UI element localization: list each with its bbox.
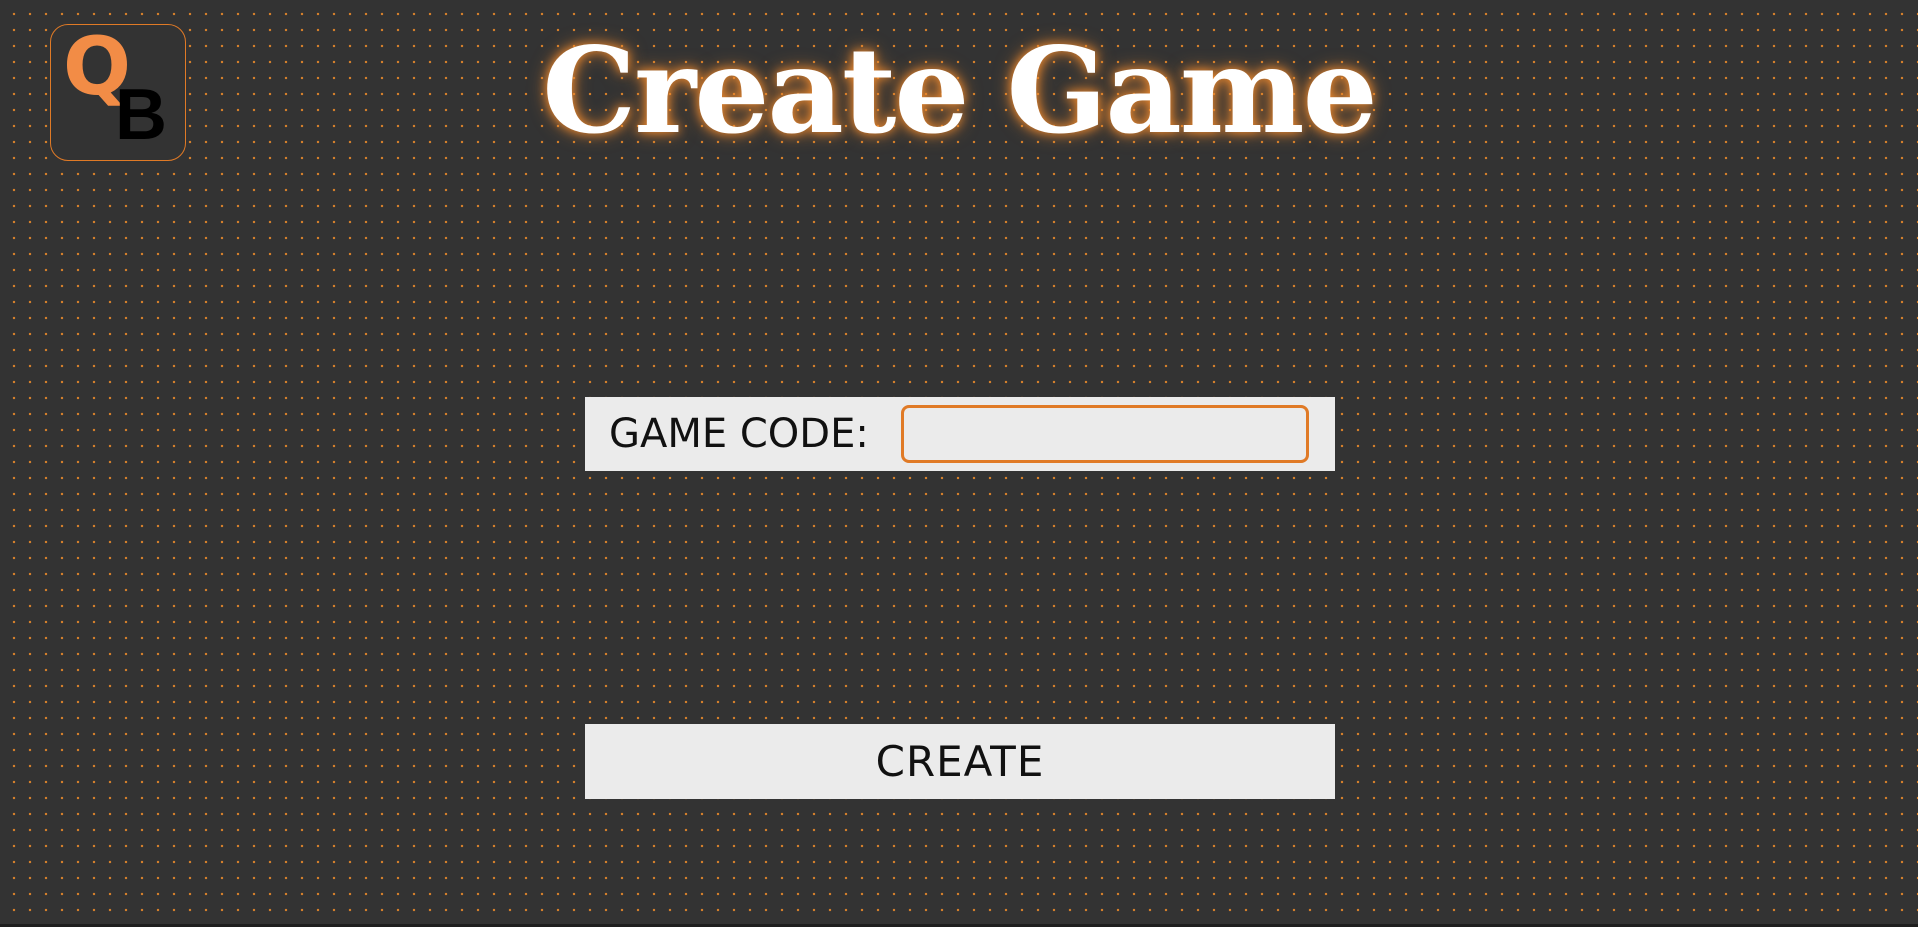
game-code-row: GAME CODE:	[585, 397, 1335, 471]
create-button[interactable]: CREATE	[585, 724, 1335, 799]
page-title: Create Game	[542, 21, 1377, 160]
game-code-input[interactable]	[901, 405, 1309, 463]
game-code-label: GAME CODE:	[609, 411, 869, 457]
